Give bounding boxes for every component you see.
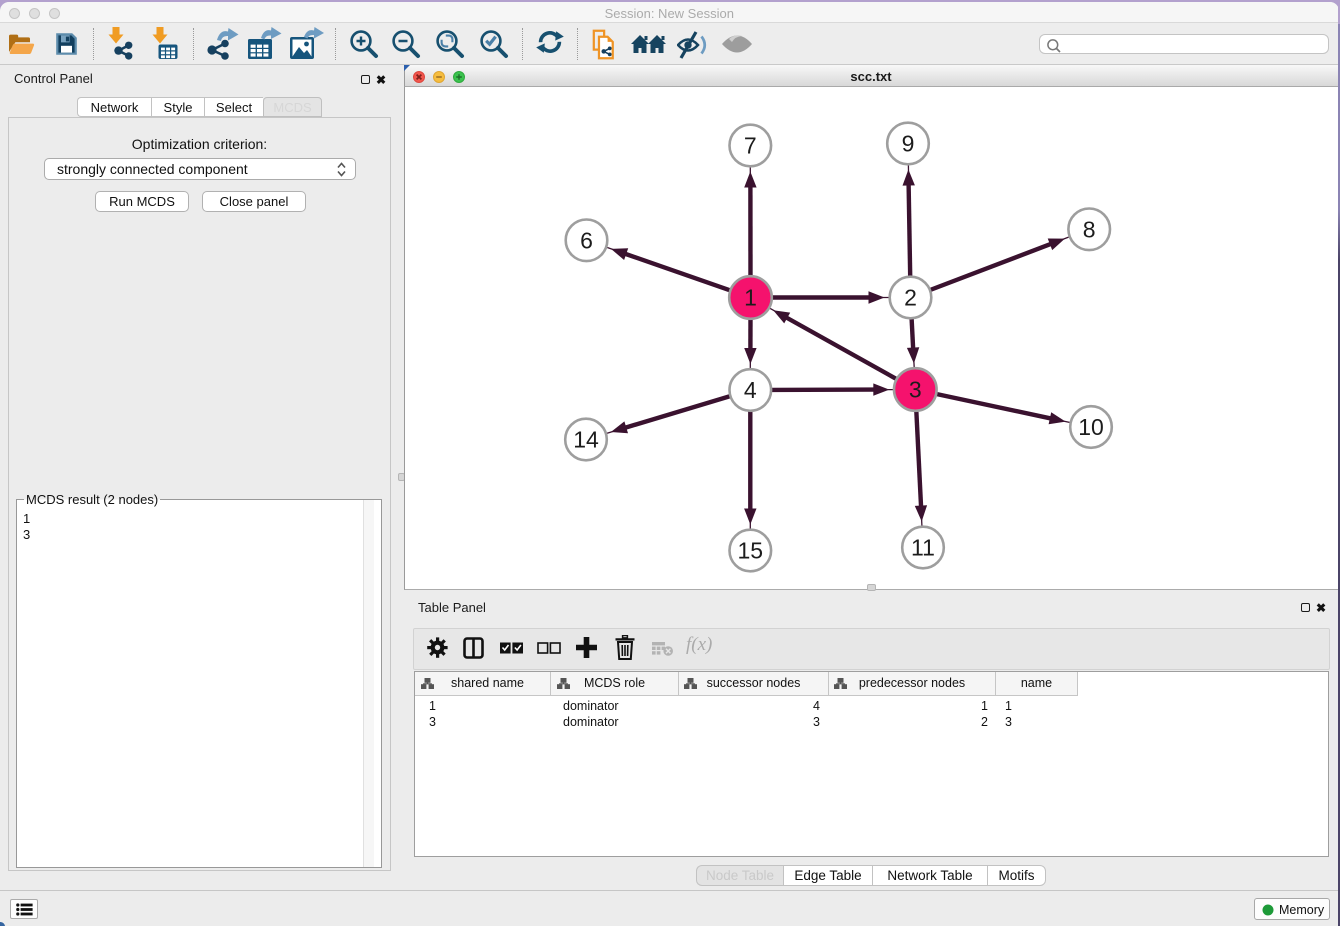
svg-text:15: 15	[738, 538, 764, 564]
svg-text:7: 7	[744, 133, 757, 159]
svg-text:8: 8	[1083, 216, 1096, 242]
svg-text:2: 2	[904, 285, 917, 311]
svg-text:4: 4	[744, 377, 757, 403]
svg-text:1: 1	[744, 285, 757, 311]
svg-text:14: 14	[573, 427, 599, 453]
svg-text:6: 6	[580, 227, 593, 253]
svg-text:10: 10	[1078, 414, 1104, 440]
svg-text:9: 9	[902, 131, 915, 157]
svg-text:11: 11	[911, 535, 935, 561]
svg-text:3: 3	[909, 377, 922, 403]
